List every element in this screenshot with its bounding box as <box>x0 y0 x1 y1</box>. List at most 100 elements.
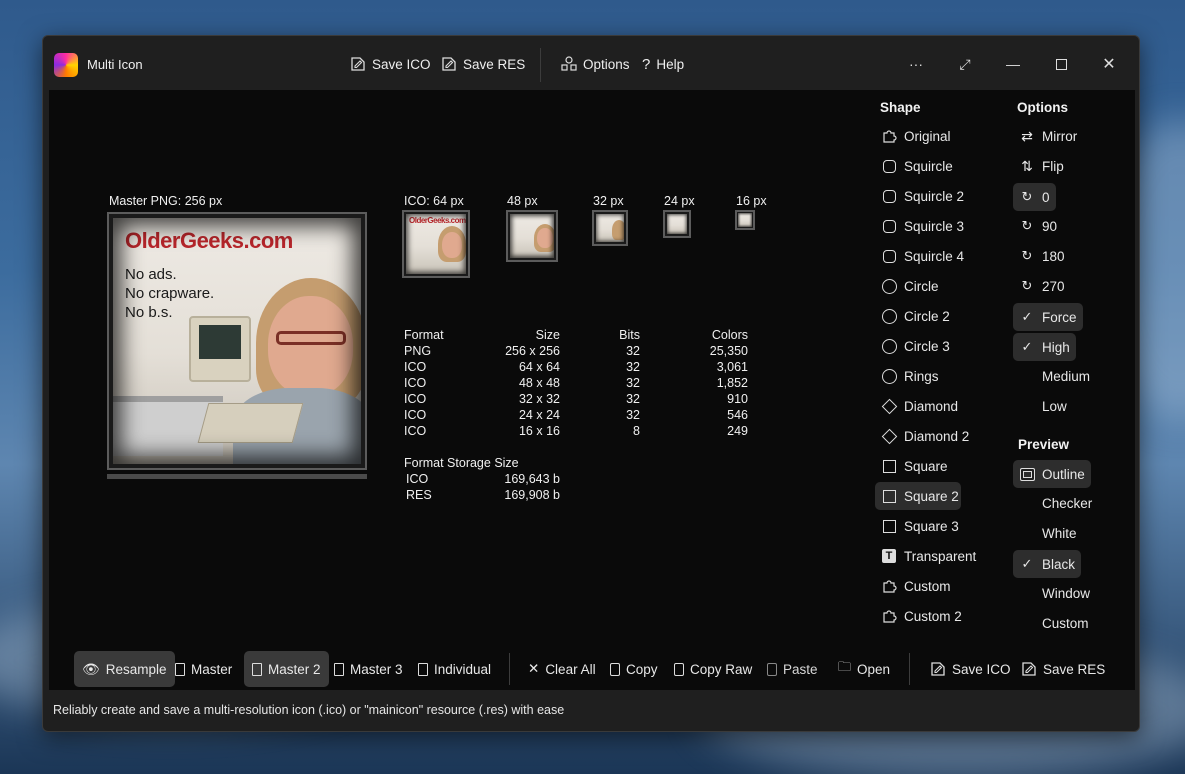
save-file-icon <box>442 57 456 71</box>
help-icon: ? <box>642 56 651 73</box>
more-button[interactable]: ··· <box>903 52 929 76</box>
storage-key: ICO <box>406 472 429 486</box>
cell-format: ICO <box>404 392 427 406</box>
save-ico-label: Save ICO <box>952 661 1011 677</box>
ico-16-preview[interactable] <box>735 210 755 230</box>
bottom-save-res-button[interactable]: Save RES <box>1013 651 1113 687</box>
shape-circle-2[interactable]: Circle 2 <box>875 302 956 330</box>
minimize-icon[interactable]: — <box>1000 52 1026 76</box>
cell-size: 24 x 24 <box>518 408 560 422</box>
shape-original[interactable]: Original <box>875 122 957 150</box>
shape-circle-3[interactable]: Circle 3 <box>875 332 956 360</box>
option-force[interactable]: ✓ Force <box>1013 303 1083 331</box>
toolbar-options-button[interactable]: Options <box>561 56 630 72</box>
shape-squircle-2[interactable]: Squircle 2 <box>875 182 970 210</box>
maximize-icon[interactable] <box>1048 52 1074 76</box>
app-title: Multi Icon <box>87 57 143 72</box>
master-scrollbar[interactable] <box>107 474 367 479</box>
option-medium[interactable]: Medium <box>1013 362 1096 390</box>
col-colors: Colors <box>711 328 748 342</box>
shape-square-3[interactable]: Square 3 <box>875 512 965 540</box>
master-preview[interactable]: OlderGeeks.com No ads. No crapware. No b… <box>107 212 367 470</box>
save-file-icon <box>1022 662 1036 676</box>
option-high[interactable]: ✓ High <box>1013 333 1076 361</box>
preview-window[interactable]: Window <box>1013 579 1096 607</box>
shape-square[interactable]: Square <box>875 452 954 480</box>
circle-icon <box>881 308 897 324</box>
preview-white[interactable]: White <box>1013 519 1083 547</box>
cell-format: ICO <box>404 360 427 374</box>
shape-square-2[interactable]: Square 2 <box>875 482 961 510</box>
option-low[interactable]: Low <box>1013 392 1073 420</box>
ico-24-preview[interactable] <box>663 210 691 238</box>
cell-colors: 546 <box>727 408 748 422</box>
ico-32-preview[interactable] <box>592 210 628 246</box>
option-mirror[interactable]: ⇄ Mirror <box>1013 122 1083 150</box>
toolbar-save-res-button[interactable]: Save RES <box>441 56 525 72</box>
text-box-icon: T <box>881 548 897 564</box>
shape-rings[interactable]: Rings <box>875 362 945 390</box>
master-2-button[interactable]: Master 2 <box>244 651 329 687</box>
preview-custom[interactable]: Custom <box>1013 609 1095 637</box>
open-label: Open <box>857 661 891 677</box>
rotate-0[interactable]: ↻ 0 <box>1013 183 1056 211</box>
col-size: Size <box>535 328 560 342</box>
diamond-icon <box>881 428 897 444</box>
document-icon <box>418 662 428 676</box>
resample-button[interactable]: 👁 Resample <box>74 651 175 687</box>
bottom-save-ico-button[interactable]: Save ICO <box>922 651 1019 687</box>
ico24-label: 24 px <box>664 194 695 208</box>
preview-black[interactable]: ✓ Black <box>1013 550 1082 578</box>
close-icon[interactable]: ✕ <box>1096 52 1122 76</box>
individual-button[interactable]: Individual <box>410 651 499 687</box>
toolbar-save-ico-button[interactable]: Save ICO <box>350 56 431 72</box>
shape-squircle-4[interactable]: Squircle 4 <box>875 242 970 270</box>
rotate-180[interactable]: ↻ 180 <box>1013 242 1071 270</box>
copy-icon <box>610 662 620 676</box>
shape-section-title: Shape <box>880 100 921 115</box>
shape-diamond[interactable]: Diamond <box>875 392 964 420</box>
cell-bits: 32 <box>626 376 640 390</box>
open-button[interactable]: 🗀 Open <box>830 651 898 687</box>
ico-48-preview[interactable] <box>506 210 558 262</box>
copy-icon <box>674 662 684 676</box>
shape-diamond-2[interactable]: Diamond 2 <box>875 422 975 450</box>
copy-raw-button[interactable]: Copy Raw <box>666 651 760 687</box>
ico-64-preview[interactable]: OlderGeeks.com <box>402 210 470 278</box>
preview-label: Black <box>1042 556 1076 572</box>
shape-custom-2[interactable]: Custom 2 <box>875 602 968 630</box>
rotate-icon: ↻ <box>1021 218 1033 233</box>
shape-circle[interactable]: Circle <box>875 272 945 300</box>
shape-squircle[interactable]: Squircle <box>875 152 959 180</box>
shape-custom[interactable]: Custom <box>875 572 957 600</box>
rotate-90[interactable]: ↻ 90 <box>1013 212 1063 240</box>
status-bar: Reliably create and save a multi-resolut… <box>53 703 565 717</box>
squircle-icon <box>881 218 897 234</box>
storage-row-ico: ICO 169,643 b <box>404 471 560 487</box>
eye-icon: 👁 <box>82 660 100 677</box>
save-file-icon <box>351 57 365 71</box>
app-window: Multi Icon Save ICO Save RES Options ? H… <box>42 35 1140 732</box>
expand-icon[interactable]: ⤢ <box>952 52 978 76</box>
paste-button[interactable]: Paste <box>759 651 826 687</box>
preview-checker[interactable]: Checker <box>1013 489 1098 517</box>
shape-squircle-3[interactable]: Squircle 3 <box>875 212 970 240</box>
toolbar-help-button[interactable]: ? Help <box>642 56 684 73</box>
cell-colors: 910 <box>727 392 748 406</box>
square-icon <box>881 518 897 534</box>
clear-all-button[interactable]: ✕ Clear All <box>520 651 604 687</box>
option-flip[interactable]: ⇅ Flip <box>1013 152 1070 180</box>
cell-size: 48 x 48 <box>518 376 560 390</box>
table-row: ICO 64 x 64 32 3,061 <box>404 359 748 375</box>
master-image: OlderGeeks.com No ads. No crapware. No b… <box>113 218 361 464</box>
table-row: ICO 48 x 48 32 1,852 <box>404 375 748 391</box>
bottom-divider <box>509 653 510 685</box>
shape-transparent[interactable]: T Transparent <box>875 542 982 570</box>
master-3-label: Master 3 <box>350 661 403 677</box>
master-3-button[interactable]: Master 3 <box>326 651 411 687</box>
options-label: Options <box>583 56 630 72</box>
rotate-270[interactable]: ↻ 270 <box>1013 272 1071 300</box>
preview-outline[interactable]: Outline <box>1013 460 1091 488</box>
master-button[interactable]: Master <box>167 651 240 687</box>
copy-button[interactable]: Copy <box>602 651 666 687</box>
